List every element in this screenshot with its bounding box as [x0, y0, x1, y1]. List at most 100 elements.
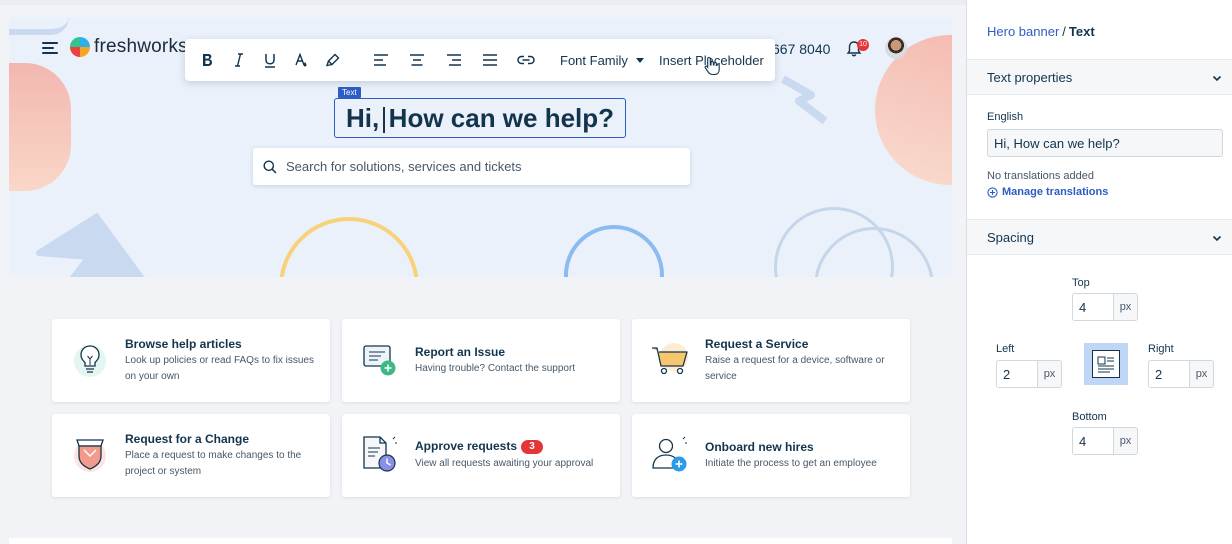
- card-title: Approve requests 3: [415, 439, 544, 454]
- spacing-bottom-field[interactable]: px: [1072, 427, 1138, 455]
- lightning-decoration: [781, 75, 828, 125]
- hero-heading-editor[interactable]: Hi, How can we help?: [334, 98, 626, 138]
- breadcrumb-separator: /: [1062, 24, 1066, 39]
- preview-next-section: [9, 538, 952, 544]
- spacing-left-label: Left: [996, 343, 1015, 355]
- bold-icon: [203, 54, 212, 66]
- text-color-icon: [295, 52, 307, 66]
- breadcrumb-hero-banner[interactable]: Hero banner: [987, 24, 1059, 39]
- card-title: Onboard new hires: [705, 440, 814, 454]
- highlight-button[interactable]: [323, 39, 343, 81]
- spacing-bottom-input[interactable]: [1073, 428, 1113, 454]
- search-input[interactable]: [286, 159, 666, 174]
- text-properties-section-header[interactable]: Text properties: [967, 59, 1232, 95]
- freshworks-logo-icon: [70, 37, 90, 57]
- text-value-field[interactable]: [987, 129, 1223, 157]
- card-description: Initiate the process to get an employee: [705, 458, 877, 469]
- align-center-icon: [410, 54, 424, 66]
- support-phone: 667 8040: [772, 41, 831, 57]
- unit-label: px: [1189, 361, 1213, 387]
- font-family-dropdown[interactable]: Font Family: [560, 39, 644, 81]
- spacing-section-header[interactable]: Spacing: [967, 219, 1232, 255]
- chevron-down-icon: [1212, 235, 1222, 242]
- lightbulb-icon: [74, 345, 106, 377]
- card-description: Place a request to make changes to the p…: [125, 450, 302, 477]
- user-avatar[interactable]: [885, 37, 907, 59]
- properties-panel: Hero banner / Text Text properties English…: [966, 0, 1232, 544]
- spacing-right-field[interactable]: px: [1148, 360, 1214, 388]
- pending-approvals-badge: 3: [521, 440, 544, 454]
- hamburger-menu-icon[interactable]: [41, 40, 59, 56]
- brand-name: freshworks: [94, 36, 188, 57]
- card-request-a-service[interactable]: Request a Service Raise a request for a …: [632, 319, 910, 402]
- card-title: Request for a Change: [125, 432, 250, 446]
- section-title: Spacing: [987, 230, 1034, 245]
- hero-decoration: [875, 35, 952, 185]
- report-issue-icon: [363, 345, 396, 376]
- shopping-cart-icon: [652, 343, 688, 375]
- service-cards-grid: Browse help articles Look up policies or…: [52, 319, 910, 497]
- card-onboard-new-hires[interactable]: Onboard new hires Initiate the process t…: [632, 414, 910, 497]
- hero-decoration: [564, 225, 664, 277]
- lightning-decoration: [36, 213, 145, 277]
- brand-logo[interactable]: freshworks: [70, 36, 188, 58]
- justify-icon: [483, 54, 497, 66]
- card-approve-requests[interactable]: Approve requests 3 View all requests awai…: [342, 414, 620, 497]
- spacing-right-input[interactable]: [1149, 361, 1189, 387]
- spacing-top-label: Top: [1072, 277, 1090, 289]
- card-title-text: Approve requests: [415, 439, 518, 453]
- card-request-for-a-change[interactable]: Request for a Change Place a request to …: [52, 414, 330, 497]
- card-report-an-issue[interactable]: Report an Issue Having trouble? Contact …: [342, 319, 620, 402]
- breadcrumb-current: Text: [1068, 24, 1095, 39]
- language-label: English: [987, 111, 1024, 123]
- box-model-content: [1092, 350, 1120, 378]
- italic-button[interactable]: [229, 39, 249, 81]
- align-left-icon: [374, 54, 388, 66]
- add-user-icon: [652, 436, 687, 472]
- no-translations-text: No translations added: [987, 170, 1095, 182]
- unit-label: px: [1113, 294, 1137, 320]
- section-title: Text properties: [987, 70, 1073, 85]
- underline-icon: [265, 53, 275, 68]
- highlighter-icon: [326, 53, 340, 67]
- align-right-button[interactable]: [444, 39, 464, 81]
- card-description: Having trouble? Contact the support: [415, 363, 576, 374]
- spacing-top-field[interactable]: px: [1072, 293, 1138, 321]
- spacing-left-field[interactable]: px: [996, 360, 1062, 388]
- align-center-button[interactable]: [407, 39, 427, 81]
- notification-badge: 10: [857, 39, 869, 51]
- text-color-button[interactable]: [291, 39, 311, 81]
- manage-translations-label: Manage translations: [1002, 186, 1109, 198]
- plus-circle-icon: [987, 186, 998, 198]
- card-browse-help-articles[interactable]: Browse help articles Look up policies or…: [52, 319, 330, 402]
- card-title: Report an Issue: [415, 345, 506, 359]
- portal-search-bar[interactable]: [253, 148, 690, 185]
- portal-preview: freshworks 667 8040 10 Font Family Inser…: [0, 0, 966, 544]
- spacing-top-input[interactable]: [1073, 294, 1113, 320]
- selected-element-tag: Text: [338, 87, 361, 98]
- caret-down-icon: [635, 57, 644, 63]
- underline-button[interactable]: [259, 39, 281, 81]
- hero-decoration: [9, 17, 69, 35]
- card-description: Raise a request for a device, software o…: [705, 355, 885, 382]
- justify-button[interactable]: [480, 39, 500, 81]
- hero-decoration: [279, 217, 419, 277]
- unit-label: px: [1037, 361, 1061, 387]
- card-description: View all requests awaiting your approval: [415, 458, 594, 469]
- hand-cursor-icon: [704, 56, 720, 76]
- spacing-right-label: Right: [1148, 343, 1174, 355]
- heading-text-part2: How can we help?: [388, 102, 615, 133]
- card-title: Browse help articles: [125, 337, 242, 351]
- search-icon: [263, 160, 277, 174]
- preview-top-border: [0, 0, 966, 5]
- spacing-bottom-label: Bottom: [1072, 411, 1107, 423]
- spacing-left-input[interactable]: [997, 361, 1037, 387]
- hero-decoration: [9, 63, 71, 191]
- approval-document-icon: [363, 436, 397, 472]
- bold-button[interactable]: [197, 39, 217, 81]
- manage-translations-link[interactable]: Manage translations: [987, 186, 1108, 198]
- align-left-button[interactable]: [371, 39, 391, 81]
- link-button[interactable]: [515, 39, 537, 81]
- font-family-label: Font Family: [560, 52, 628, 68]
- card-title: Request a Service: [705, 337, 809, 351]
